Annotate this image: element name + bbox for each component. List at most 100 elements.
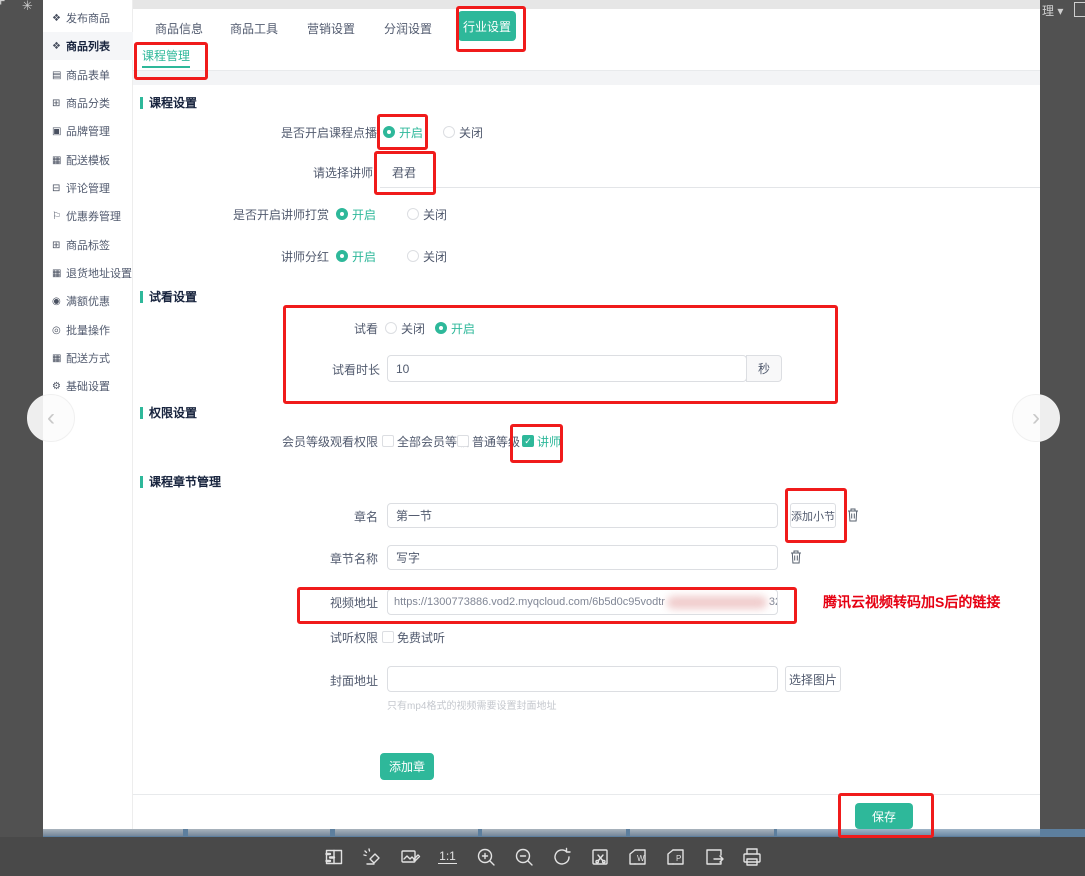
share-icon: ❖ xyxy=(52,13,66,24)
sidebar-item-return-address[interactable]: ▦退货地址设置 xyxy=(43,259,133,287)
tab-product-tools[interactable]: 商品工具 xyxy=(230,20,278,37)
cover-url-hint: 只有mp4格式的视频需要设置封面地址 xyxy=(387,697,556,712)
sidebar-item-brand-management[interactable]: ▣品牌管理 xyxy=(43,117,133,145)
sidebar-item-label: 评论管理 xyxy=(66,180,110,196)
vod-on-radio[interactable] xyxy=(383,126,395,138)
tags-icon: ⚐ xyxy=(52,211,66,222)
sidebar-item-label: 配送模板 xyxy=(66,152,110,168)
sidebar-item-label: 满额优惠 xyxy=(66,293,110,309)
dividend-off-radio[interactable] xyxy=(407,250,419,262)
chevron-down-icon: ▾ xyxy=(1057,4,1063,18)
clipboard-icon xyxy=(1074,2,1085,17)
trial-duration-input[interactable] xyxy=(387,355,747,382)
reward-on-radio[interactable] xyxy=(336,208,348,220)
section-name-input[interactable] xyxy=(387,545,778,570)
trial-off-label[interactable]: 关闭 xyxy=(401,320,425,337)
trial-on-label[interactable]: 开启 xyxy=(451,320,475,337)
lecturer-select-underline xyxy=(380,187,1040,188)
sidebar-item-label: 品牌管理 xyxy=(66,123,110,139)
member-level-all-checkbox[interactable] xyxy=(382,435,394,447)
dividend-off-label[interactable]: 关闭 xyxy=(423,248,447,265)
zoom-in-icon[interactable] xyxy=(475,846,497,868)
export-pdf-icon[interactable]: P xyxy=(665,846,687,868)
export-word-icon[interactable]: W xyxy=(627,846,649,868)
actual-size-icon[interactable]: 1:1 xyxy=(437,846,459,868)
sidebar-item-publish-product[interactable]: ❖发布商品 xyxy=(43,4,133,32)
section-permission-settings: 权限设置 xyxy=(140,404,197,421)
sidebar-item-product-list[interactable]: ❖商品列表 xyxy=(43,32,133,60)
tab-product-info[interactable]: 商品信息 xyxy=(155,20,203,37)
reward-off-label[interactable]: 关闭 xyxy=(423,206,447,223)
chevron-left-icon: ‹ xyxy=(47,404,55,432)
select-image-button[interactable]: 选择图片 xyxy=(785,666,841,692)
subtab-course-management[interactable]: 课程管理 xyxy=(142,47,190,64)
add-chapter-button[interactable]: 添加章 xyxy=(380,753,434,780)
rotate-icon[interactable] xyxy=(551,846,573,868)
tab-industry-settings[interactable]: 行业设置 xyxy=(458,11,516,41)
tab-marketing-settings[interactable]: 营销设置 xyxy=(307,20,355,37)
trial-duration-label: 试看时长 xyxy=(133,361,380,378)
reward-on-label[interactable]: 开启 xyxy=(352,206,376,223)
trial-off-radio[interactable] xyxy=(385,322,397,334)
image-edit-icon[interactable] xyxy=(399,846,421,868)
sidebar-item-product-tags[interactable]: ⊞商品标签 xyxy=(43,231,133,259)
member-level-normal-checkbox[interactable] xyxy=(457,435,469,447)
vod-on-label[interactable]: 开启 xyxy=(399,124,423,141)
alpha-compare-icon[interactable] xyxy=(323,846,345,868)
delete-chapter-icon[interactable] xyxy=(847,508,859,527)
lecturer-select[interactable]: 君君 xyxy=(392,164,416,181)
trial-on-radio[interactable] xyxy=(435,322,447,334)
tab-profit-settings[interactable]: 分润设置 xyxy=(384,20,432,37)
member-level-normal-label[interactable]: 普通等级 xyxy=(472,433,520,450)
video-url-input[interactable]: https://1300773886.vod2.myqcloud.com/6b5… xyxy=(387,589,778,615)
vod-off-label[interactable]: 关闭 xyxy=(459,124,483,141)
vod-label: 是否开启课程点播 xyxy=(133,124,377,141)
sidebar-item-delivery-method[interactable]: ▦配送方式 xyxy=(43,344,133,372)
chapter-name-input[interactable] xyxy=(387,503,778,528)
section-course-settings: 课程设置 xyxy=(140,94,197,111)
free-audition-label[interactable]: 免费试听 xyxy=(397,629,445,646)
sidebar-item-full-discount[interactable]: ◉满额优惠 xyxy=(43,287,133,315)
section-bar xyxy=(140,407,143,419)
sidebar-item-product-form[interactable]: ▤商品表单 xyxy=(43,61,133,89)
sidebar-item-batch-operation[interactable]: ◎批量操作 xyxy=(43,316,133,344)
member-level-lecturer-label[interactable]: 讲师 xyxy=(537,433,561,450)
video-url-label: 视频地址 xyxy=(133,594,378,611)
add-section-button[interactable]: 添加小节 xyxy=(790,503,836,528)
sidebar-item-comment-management[interactable]: ⊟评论管理 xyxy=(43,174,133,202)
previous-image-button[interactable]: ‹ xyxy=(27,394,75,442)
sidebar-item-product-category[interactable]: ⊞商品分类 xyxy=(43,89,133,117)
magic-eraser-icon[interactable] xyxy=(361,846,383,868)
bar-segment xyxy=(43,829,183,836)
save-as-icon[interactable] xyxy=(703,846,725,868)
dividend-on-label[interactable]: 开启 xyxy=(352,248,376,265)
trial-label: 试看 xyxy=(133,320,378,337)
viewer-toolbar: 1:1 W P xyxy=(0,837,1085,876)
bottom-steel-bar xyxy=(43,829,1085,837)
zoom-out-icon[interactable] xyxy=(513,846,535,868)
sidebar-item-label: 基础设置 xyxy=(66,378,110,394)
bar-segment xyxy=(188,829,330,836)
sidebar-item-delivery-template[interactable]: ▦配送模板 xyxy=(43,146,133,174)
member-level-lecturer-checkbox[interactable]: ✓ xyxy=(522,435,534,447)
trial-duration-unit: 秒 xyxy=(746,355,782,382)
cover-url-input[interactable] xyxy=(387,666,778,692)
delete-section-icon[interactable] xyxy=(790,550,802,569)
top-right-partial-text: 理 ▾ xyxy=(1042,2,1063,19)
top-gray-band xyxy=(133,0,1040,9)
section-title: 权限设置 xyxy=(149,404,197,421)
save-button[interactable]: 保存 xyxy=(855,803,913,829)
sidebar-item-coupon-management[interactable]: ⚐优惠券管理 xyxy=(43,202,133,230)
free-audition-checkbox[interactable] xyxy=(382,631,394,643)
section-chapter-management: 课程章节管理 xyxy=(140,473,221,490)
reward-off-radio[interactable] xyxy=(407,208,419,220)
next-image-button[interactable]: › xyxy=(1012,394,1060,442)
section-title: 课程章节管理 xyxy=(149,473,221,490)
share-icon: ❖ xyxy=(52,41,66,52)
dividend-on-radio[interactable] xyxy=(336,250,348,262)
vod-off-radio[interactable] xyxy=(443,126,455,138)
video-url-suffix: 32e977387702296545 xyxy=(769,596,778,608)
print-icon[interactable] xyxy=(741,846,763,868)
section-trial-settings: 试看设置 xyxy=(140,288,197,305)
crop-icon[interactable] xyxy=(589,846,611,868)
